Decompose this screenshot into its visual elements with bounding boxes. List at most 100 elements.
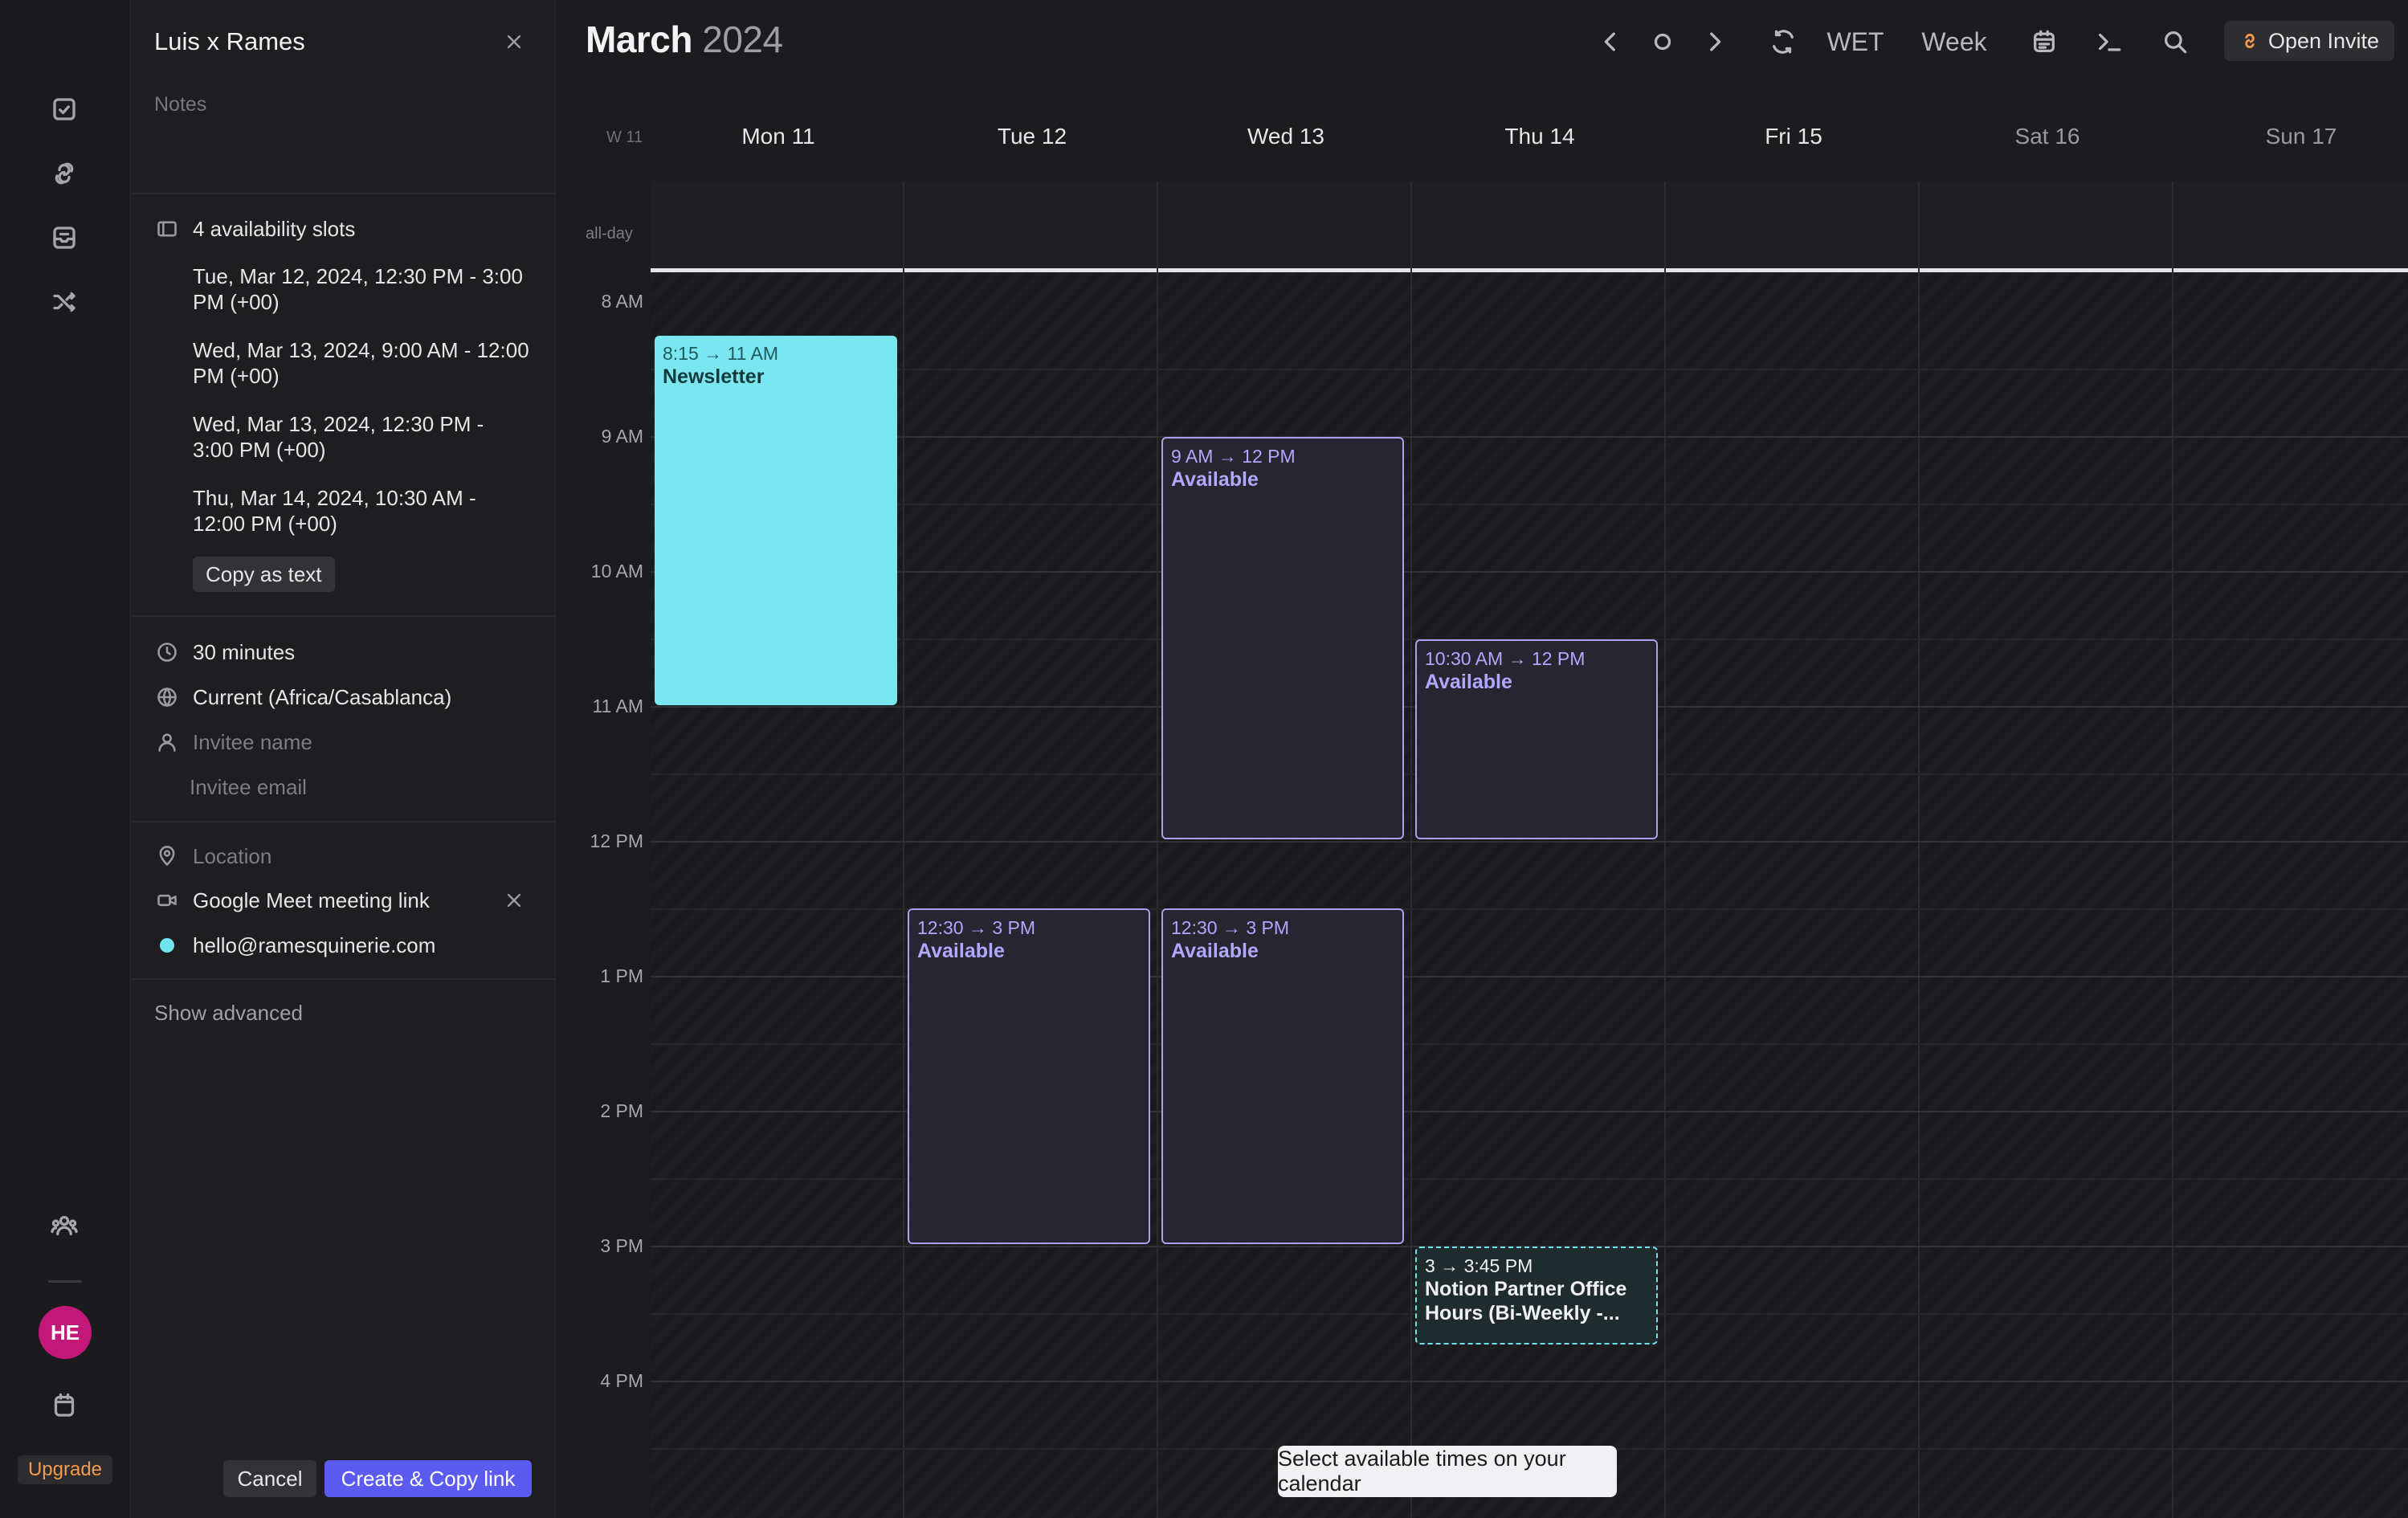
hour-label: 9 AM [601, 426, 643, 447]
week-number: W 11 [606, 129, 643, 146]
invitee-email-placeholder: Invitee email [190, 774, 307, 799]
location-pin-icon [154, 843, 180, 869]
event-title: Notion Partner Office Hours (Bi-Weekly -… [1425, 1278, 1627, 1324]
availability-slot[interactable]: 10:30 AM → 12 PM Available [1415, 639, 1658, 839]
event-title: Available [1171, 468, 1259, 491]
half-hour-line [651, 504, 2408, 505]
close-icon [507, 35, 521, 49]
calendar-widget-icon[interactable] [45, 1386, 84, 1425]
search-icon [2165, 31, 2187, 54]
day-header[interactable]: Tue 12 [905, 124, 1159, 149]
search-button[interactable] [2155, 24, 2195, 59]
clock-icon [154, 639, 180, 665]
all-day-separator [651, 268, 2408, 272]
video-camera-icon [154, 888, 180, 913]
availability-slot[interactable]: 9 AM → 12 PM Available [1161, 437, 1404, 839]
person-icon [154, 729, 180, 755]
slot-item: Thu, Mar 14, 2024, 10:30 AM - 12:00 PM (… [193, 486, 476, 536]
all-day-row[interactable] [651, 182, 2408, 270]
cancel-button[interactable]: Cancel [223, 1460, 316, 1497]
month-title: March 2024 [586, 18, 783, 61]
event-time: 8:15 → 11 AM [663, 343, 779, 364]
day-header[interactable]: Fri 15 [1667, 124, 1920, 149]
open-invite-label: Open Invite [2267, 28, 2380, 53]
location-placeholder: Location [193, 843, 272, 868]
day-header[interactable]: Mon 11 [651, 124, 905, 149]
day-column-divider [1157, 182, 1158, 1518]
copy-as-text-button[interactable]: Copy as text [193, 557, 335, 592]
meeting-link-label: Google Meet meeting link [193, 888, 430, 912]
panel-title[interactable]: Luis x Rames [154, 27, 305, 56]
half-hour-line [651, 369, 2408, 370]
timezone-row[interactable]: Current (Africa/Casablanca) [154, 681, 451, 713]
close-icon [507, 893, 521, 908]
event-time: 3 → 3:45 PM [1425, 1255, 1533, 1276]
day-header[interactable]: Sat 16 [1920, 124, 2174, 149]
people-icon[interactable] [45, 1206, 84, 1245]
event-time: 10:30 AM → 12 PM [1425, 648, 1586, 669]
calendar-list-icon [2034, 30, 2055, 52]
invitee-email-field[interactable]: Invitee email [190, 771, 307, 803]
close-panel-button[interactable] [500, 27, 529, 56]
upgrade-button[interactable]: Upgrade [18, 1455, 112, 1484]
avatar[interactable]: HE [39, 1306, 92, 1359]
day-column-divider [1918, 182, 1920, 1518]
show-advanced-link[interactable]: Show advanced [154, 1001, 303, 1026]
open-invite-button[interactable]: Open Invite [2224, 21, 2394, 61]
event-title: Available [1171, 940, 1259, 962]
divider [132, 615, 556, 617]
divider [132, 193, 556, 194]
calendars-button[interactable] [2024, 24, 2064, 59]
tasks-icon[interactable] [45, 90, 84, 129]
refresh-button[interactable] [1763, 24, 1803, 59]
event-time: 12:30 → 3 PM [1171, 917, 1290, 938]
event-title: Available [1425, 671, 1512, 693]
circle-icon [1654, 33, 1671, 51]
globe-icon [154, 684, 180, 710]
inbox-icon[interactable] [45, 218, 84, 257]
availability-slot[interactable]: 12:30 → 3 PM Available [908, 908, 1150, 1244]
app-rail: HE Upgrade [0, 0, 131, 1518]
organizer-calendar-row[interactable]: hello@ramesquinerie.com [154, 929, 435, 961]
day-header[interactable]: Sun 17 [2174, 124, 2408, 149]
remove-meeting-link-button[interactable] [500, 886, 529, 915]
day-header[interactable]: Thu 14 [1413, 124, 1667, 149]
hour-line [651, 571, 2408, 573]
organizer-email: hello@ramesquinerie.com [193, 932, 436, 957]
rail-divider [48, 1280, 82, 1283]
meeting-link-row[interactable]: Google Meet meeting link [154, 884, 430, 916]
terminal-icon [2099, 33, 2121, 51]
view-selector[interactable]: Week [1914, 24, 1994, 59]
scheduling-links-icon[interactable] [45, 154, 84, 193]
timezone-toggle[interactable]: WET [1819, 24, 1892, 59]
calendar-color-dot [160, 938, 174, 953]
hour-label: 4 PM [600, 1370, 643, 1391]
invitee-name-field[interactable]: Invitee name [154, 726, 312, 758]
day-header[interactable]: Wed 13 [1159, 124, 1413, 149]
today-button[interactable] [1645, 24, 1680, 59]
command-menu-button[interactable] [2089, 24, 2129, 59]
refresh-icon [1773, 30, 1794, 54]
duration-value: 30 minutes [193, 639, 296, 664]
slot-item: Tue, Mar 12, 2024, 12:30 PM - 3:00 PM (+… [193, 264, 523, 314]
notes-field[interactable]: Notes [154, 93, 206, 116]
month-name: March [586, 18, 692, 60]
previous-week-button[interactable] [1593, 24, 1628, 59]
availability-slot[interactable]: 12:30 → 3 PM Available [1161, 908, 1404, 1244]
event-notion-office-hours[interactable]: 3 → 3:45 PM Notion Partner Office Hours … [1415, 1247, 1658, 1345]
scheduling-panel: Luis x Rames Notes 4 availability slots … [132, 0, 556, 1518]
event-newsletter[interactable]: 8:15 → 11 AM Newsletter [655, 336, 897, 705]
slots-count: 4 availability slots [193, 216, 356, 241]
day-column-divider [2172, 182, 2173, 1518]
calendar-view: March 2024 WET Week Open Invite W 11 Mon… [557, 0, 2408, 1518]
next-week-button[interactable] [1697, 24, 1733, 59]
availability-slots-header: 4 availability slots [154, 213, 355, 245]
instruction-toast: Select available times on your calendar [1278, 1446, 1617, 1497]
create-copy-link-button[interactable]: Create & Copy link [324, 1460, 532, 1497]
event-time: 12:30 → 3 PM [917, 917, 1036, 938]
location-field[interactable]: Location [154, 840, 271, 872]
hour-label: 8 AM [601, 291, 643, 312]
shuffle-icon[interactable] [45, 283, 84, 321]
open-invite-icon [2245, 34, 2255, 48]
duration-row[interactable]: 30 minutes [154, 636, 295, 668]
